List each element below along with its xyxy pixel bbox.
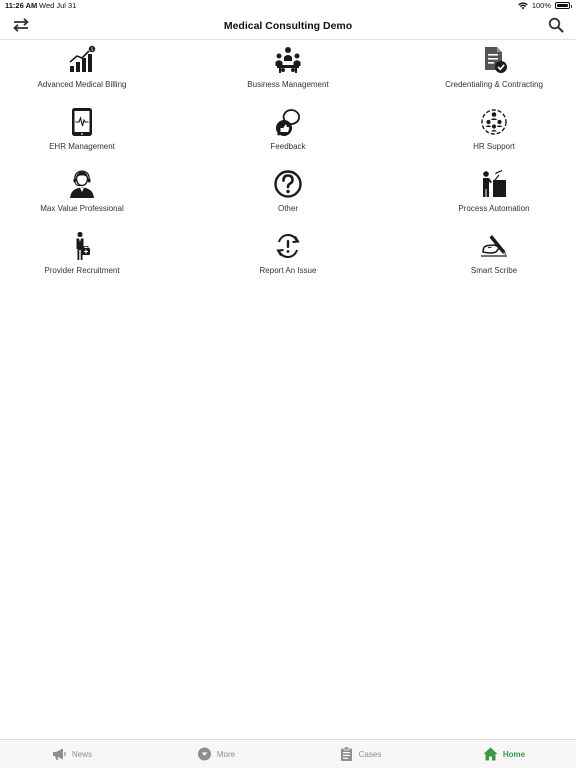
tile-label: Provider Recruitment: [44, 266, 120, 275]
people-network-icon: [479, 107, 509, 137]
tablet-heartbeat-icon: [67, 107, 97, 137]
headset-professional-icon: [67, 169, 97, 199]
tab-home[interactable]: Home: [432, 740, 576, 768]
tab-cases[interactable]: Cases: [288, 740, 432, 768]
clipboard-icon: [339, 747, 354, 761]
page-title: Medical Consulting Demo: [223, 20, 353, 32]
navigation-bar: Medical Consulting Demo: [0, 12, 576, 40]
tile-label: Report An Issue: [259, 266, 317, 275]
tile-hr-support[interactable]: HR Support: [412, 104, 576, 166]
home-icon: [483, 747, 498, 761]
chevron-circle-icon: [197, 747, 212, 761]
tab-label: Home: [502, 749, 526, 759]
tab-label: Cases: [358, 749, 382, 759]
battery-percent: 100%: [531, 1, 551, 10]
feedback-bubbles-icon: [273, 107, 303, 137]
tile-label: Max Value Professional: [40, 204, 124, 213]
tile-feedback[interactable]: Feedback: [164, 104, 412, 166]
tile-advanced-medical-billing[interactable]: $ Advanced Medical Billing: [0, 42, 164, 104]
document-check-icon: [479, 45, 509, 75]
status-indicators: 100%: [518, 1, 572, 10]
hand-writing-icon: [479, 231, 509, 261]
tile-smart-scribe[interactable]: Smart Scribe: [412, 228, 576, 290]
tab-news[interactable]: News: [0, 740, 144, 768]
tile-label: Business Management: [247, 80, 329, 89]
tile-label: Smart Scribe: [470, 266, 518, 275]
tile-other[interactable]: Other: [164, 166, 412, 228]
tab-label: More: [216, 749, 236, 759]
tile-label: Feedback: [270, 142, 306, 151]
search-icon[interactable]: [548, 17, 564, 33]
battery-fill: [557, 4, 568, 7]
battery-icon: [555, 2, 572, 9]
tile-label: Other: [277, 204, 298, 213]
tile-max-value-professional[interactable]: Max Value Professional: [0, 166, 164, 228]
tile-label: Process Automation: [458, 204, 530, 213]
services-grid: $ Advanced Medical Billing Business Mana…: [0, 42, 576, 290]
tile-process-automation[interactable]: Process Automation: [412, 166, 576, 228]
tile-label: EHR Management: [49, 142, 115, 151]
tab-more[interactable]: More: [144, 740, 288, 768]
tile-provider-recruitment[interactable]: Provider Recruitment: [0, 228, 164, 290]
tile-report-an-issue[interactable]: Report An Issue: [164, 228, 412, 290]
status-bar: 11:26 AM Wed Jul 31 100%: [0, 0, 576, 12]
doctor-bag-icon: [67, 231, 97, 261]
megaphone-icon: [52, 747, 67, 761]
tile-label: HR Support: [473, 142, 515, 151]
tab-bar: News More Cases Home: [0, 739, 576, 768]
tile-business-management[interactable]: Business Management: [164, 42, 412, 104]
business-meeting-icon: [273, 45, 303, 75]
tile-ehr-management[interactable]: EHR Management: [0, 104, 164, 166]
status-time: 11:26 AM: [5, 1, 38, 10]
alert-refresh-icon: [273, 231, 303, 261]
svg-text:$: $: [91, 47, 94, 53]
billing-growth-chart-icon: $: [67, 45, 97, 75]
presenter-board-icon: [479, 169, 509, 199]
question-circle-icon: [273, 169, 303, 199]
tile-label: Advanced Medical Billing: [37, 80, 127, 89]
tile-credentialing-contracting[interactable]: Credentialing & Contracting: [412, 42, 576, 104]
wifi-icon: [518, 1, 528, 9]
status-date: Wed Jul 31: [39, 1, 77, 10]
tile-label: Credentialing & Contracting: [445, 80, 543, 89]
tab-label: News: [71, 749, 92, 759]
